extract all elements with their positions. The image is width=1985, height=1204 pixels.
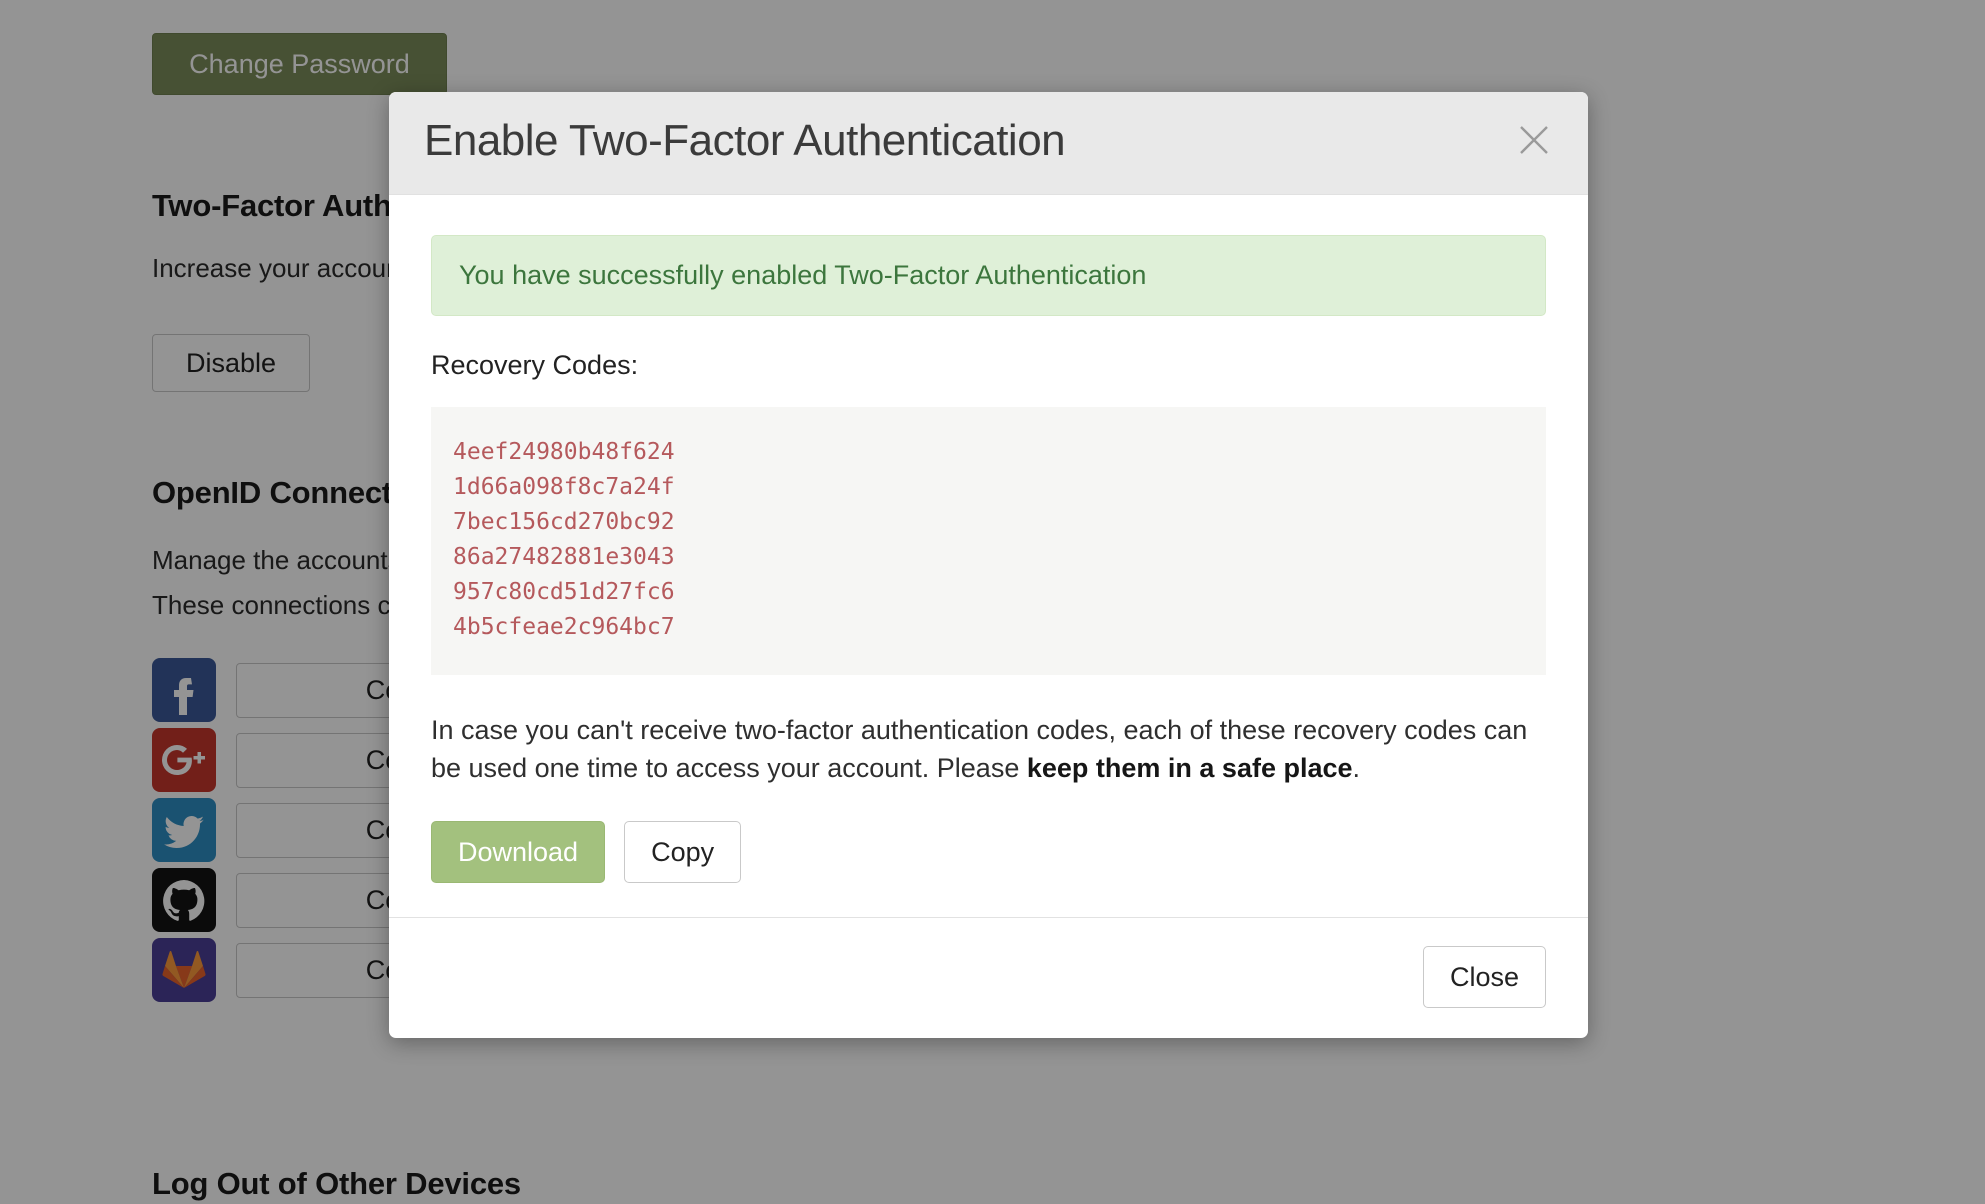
recovery-code: 4eef24980b48f624 <box>453 439 675 465</box>
close-button[interactable]: Close <box>1422 946 1546 1009</box>
recovery-code: 1d66a098f8c7a24f <box>453 473 675 500</box>
enable-two-factor-modal: Enable Two-Factor Authentication You hav… <box>389 92 1588 1039</box>
recovery-note-part-2: . <box>1352 753 1361 784</box>
recovery-code: 4b5cfeae2c964bc7 <box>453 613 675 640</box>
modal-body: You have successfully enabled Two-Factor… <box>389 195 1588 917</box>
recovery-codes-block: 4eef24980b48f624 1d66a098f8c7a24f 7bec15… <box>431 407 1546 675</box>
recovery-note-emphasis: keep them in a safe place <box>1026 753 1353 784</box>
recovery-code: 86a27482881e3043 <box>453 543 675 570</box>
copy-button[interactable]: Copy <box>624 821 742 884</box>
recovery-codes-label: Recovery Codes: <box>431 350 639 380</box>
recovery-code: 957c80cd51d27fc6 <box>453 578 675 605</box>
modal-action-buttons: Download Copy <box>431 821 1546 884</box>
close-icon[interactable] <box>1508 114 1560 166</box>
success-alert: You have successfully enabled Two-Factor… <box>431 235 1546 316</box>
recovery-codes-note: In case you can't receive two-factor aut… <box>431 711 1546 788</box>
modal-header: Enable Two-Factor Authentication <box>389 92 1588 195</box>
recovery-code: 7bec156cd270bc92 <box>453 508 675 535</box>
recovery-note-part-1: In case you can't receive two-factor aut… <box>431 714 1528 784</box>
modal-footer: Close <box>389 917 1588 1038</box>
modal-title: Enable Two-Factor Authentication <box>424 116 1066 165</box>
download-button[interactable]: Download <box>431 821 606 884</box>
